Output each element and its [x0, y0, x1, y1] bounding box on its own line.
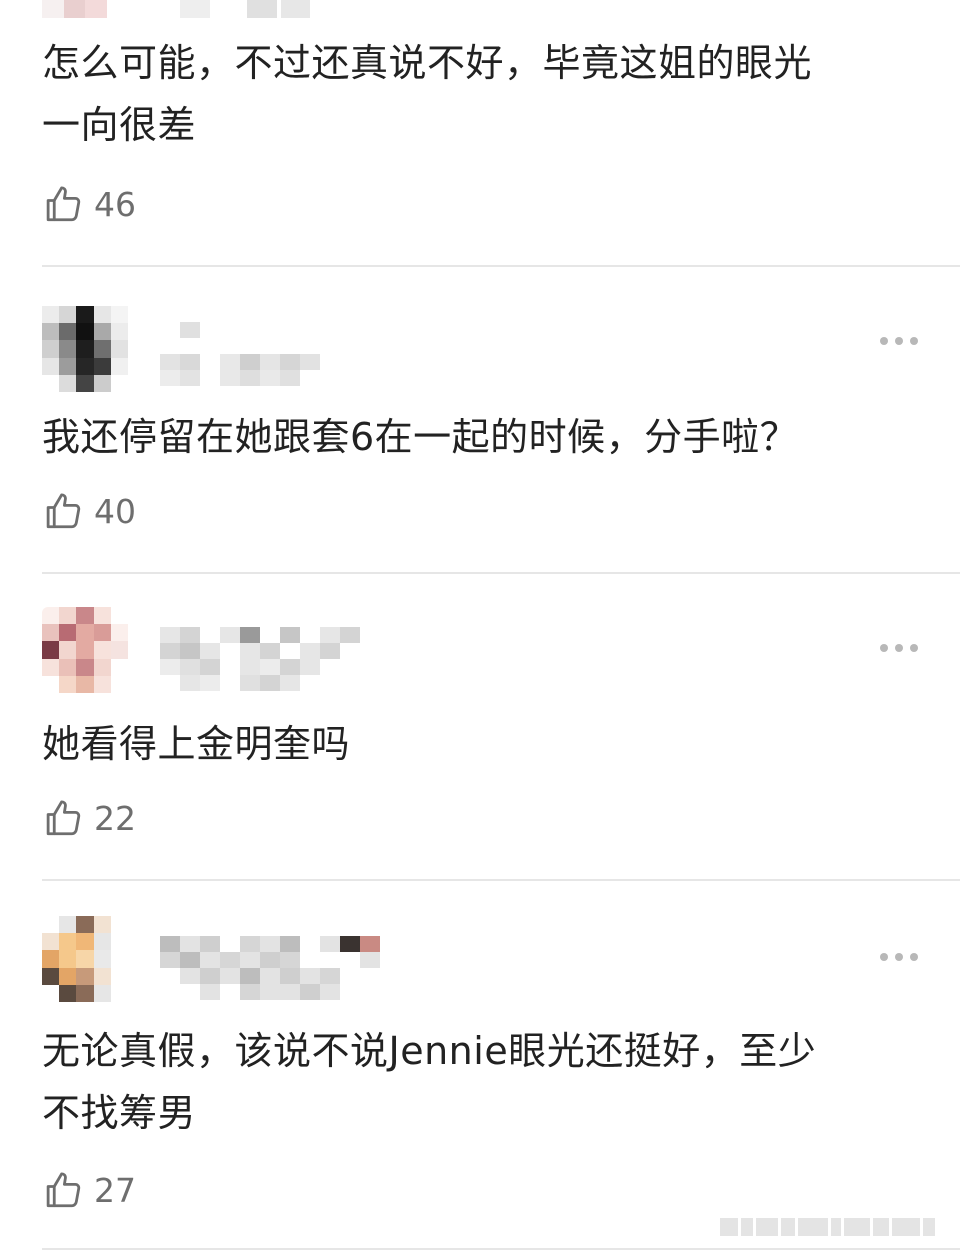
like-button[interactable]: 27: [42, 1168, 136, 1212]
avatar[interactable]: [42, 607, 128, 693]
more-horizontal-icon: [880, 644, 888, 652]
more-horizontal-icon: [880, 337, 888, 345]
comment-text-line: 一向很差: [42, 103, 197, 147]
comment-card-3: 她看得上金明奎吗 22: [0, 575, 960, 882]
more-options-button[interactable]: [880, 336, 918, 346]
thumbs-up-icon: [46, 1172, 81, 1208]
more-options-button[interactable]: [880, 643, 918, 653]
comment-text: 她看得上金明奎吗: [42, 713, 922, 775]
avatar[interactable]: [42, 916, 128, 1002]
like-button[interactable]: 40: [42, 489, 136, 533]
divider: [42, 879, 960, 881]
comment-card-1: 怎么可能，不过还真说不好，毕竟这姐的眼光 一向很差 46: [0, 0, 960, 268]
comment-text-line: 无论真假，该说不说Jennie眼光还挺好，至少: [42, 1029, 817, 1073]
like-count: 40: [94, 491, 136, 531]
comment-text: 怎么可能，不过还真说不好，毕竟这姐的眼光 一向很差: [42, 32, 922, 156]
username-blurred[interactable]: [180, 0, 310, 18]
username-blurred[interactable]: [160, 627, 380, 691]
like-count: 27: [94, 1170, 136, 1210]
divider: [42, 572, 960, 574]
comment-text: 我还停留在她跟套6在一起的时候，分手啦？: [42, 406, 922, 468]
thumbs-up-icon: [46, 186, 81, 222]
like-count: 22: [94, 798, 136, 838]
like-count: 46: [94, 184, 136, 224]
more-horizontal-icon: [880, 953, 888, 961]
username-blurred[interactable]: [160, 322, 380, 386]
username-blurred[interactable]: [160, 936, 380, 1000]
divider: [42, 265, 960, 267]
comment-text-line: 不找筹男: [42, 1091, 197, 1135]
comment-text-line: 我还停留在她跟套6在一起的时候，分手啦？: [42, 415, 799, 459]
comment-text-line: 怎么可能，不过还真说不好，毕竟这姐的眼光: [42, 41, 813, 85]
divider: [42, 1248, 960, 1250]
comment-text: 无论真假，该说不说Jennie眼光还挺好，至少 不找筹男: [42, 1020, 922, 1144]
thumbs-up-icon: [46, 800, 81, 836]
comment-card-2: 我还停留在她跟套6在一起的时候，分手啦？ 40: [0, 268, 960, 575]
like-button[interactable]: 46: [42, 182, 136, 226]
avatar[interactable]: [42, 0, 128, 18]
more-options-button[interactable]: [880, 952, 918, 962]
watermark: [720, 1216, 950, 1238]
comment-text-line: 她看得上金明奎吗: [42, 722, 351, 766]
comment-card-4: 无论真假，该说不说Jennie眼光还挺好，至少 不找筹男 27: [0, 882, 960, 1254]
thumbs-up-icon: [46, 493, 81, 529]
avatar[interactable]: [42, 306, 128, 392]
like-button[interactable]: 22: [42, 796, 136, 840]
